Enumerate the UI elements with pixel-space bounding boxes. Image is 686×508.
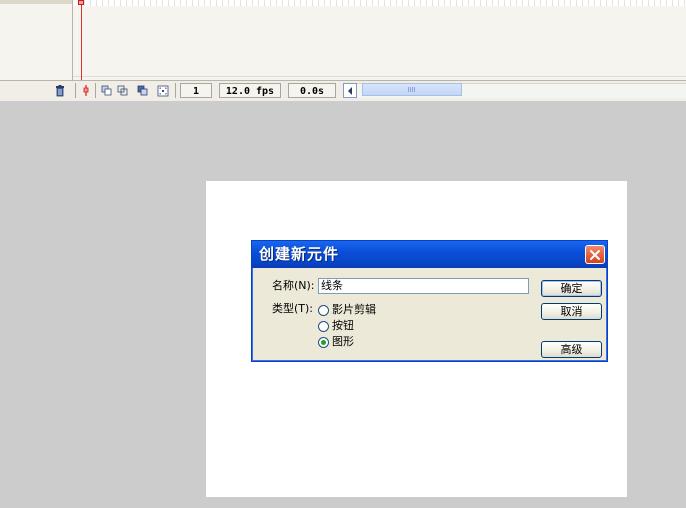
scroll-left-button[interactable]	[343, 83, 357, 98]
type-option-label: 图形	[332, 335, 354, 348]
onion-skin-outlines-button[interactable]	[116, 84, 130, 97]
modify-onion-markers-button[interactable]	[156, 84, 170, 97]
onion-markers-icon	[157, 85, 169, 96]
onion-outline-icon	[117, 85, 128, 96]
timeline-toolbar: 1 12.0 fps 0.0s	[0, 80, 686, 102]
scrollbar-grip	[408, 87, 416, 92]
playhead-line[interactable]	[81, 0, 82, 80]
timeline-panel: 1 12.0 fps 0.0s	[0, 0, 686, 102]
current-frame-field: 1	[180, 83, 212, 98]
dialog-title: 创建新元件	[259, 245, 340, 263]
type-option-label: 按钮	[332, 319, 354, 332]
type-option-graphic[interactable]: 图形	[318, 335, 354, 349]
type-option-movieclip[interactable]: 影片剪辑	[318, 303, 376, 317]
close-icon	[590, 249, 600, 260]
ok-button[interactable]: 确定	[541, 280, 602, 297]
toolbar-separator	[75, 83, 76, 98]
playhead-marker-icon	[83, 85, 89, 96]
dialog-body: 名称(N): 线条 类型(T): 影片剪辑 按钮 图形 确定 取消 高级	[255, 268, 604, 359]
center-frame-button[interactable]	[79, 84, 93, 97]
toolbar-separator	[175, 83, 176, 98]
type-option-label: 影片剪辑	[332, 303, 376, 316]
radio-button[interactable]	[318, 320, 329, 332]
trash-icon	[56, 84, 64, 96]
edit-multiple-frames-button[interactable]	[136, 84, 150, 97]
chevron-left-icon	[348, 86, 352, 95]
onion-skin-icon	[101, 85, 112, 96]
name-label: 名称(N):	[272, 279, 315, 292]
advanced-button[interactable]: 高级	[541, 341, 602, 358]
symbol-name-input[interactable]: 线条	[318, 278, 529, 294]
dialog-close-button[interactable]	[585, 245, 605, 264]
frame-rate-field[interactable]: 12.0 fps	[219, 83, 281, 98]
type-option-button[interactable]: 按钮	[318, 319, 354, 333]
edit-multiple-frames-icon	[137, 85, 148, 96]
dialog-title-bar[interactable]: 创建新元件	[252, 241, 607, 268]
playhead-handle[interactable]	[78, 0, 84, 5]
frames-area[interactable]	[73, 6, 686, 80]
cancel-button[interactable]: 取消	[541, 303, 602, 320]
create-symbol-dialog: 创建新元件 名称(N): 线条 类型(T): 影片剪辑 按钮 图形 确定 取消 …	[251, 240, 608, 362]
radio-button-selected[interactable]	[318, 336, 329, 348]
layer-list[interactable]	[0, 0, 73, 80]
elapsed-time-field: 0.0s	[288, 83, 336, 98]
layer-header-strip	[0, 0, 72, 4]
delete-layer-button[interactable]	[53, 84, 67, 97]
onion-skin-button[interactable]	[100, 84, 114, 97]
toolbar-separator	[95, 83, 96, 98]
type-label: 类型(T):	[272, 302, 314, 315]
frames-divider	[73, 76, 686, 77]
radio-button[interactable]	[318, 304, 329, 316]
